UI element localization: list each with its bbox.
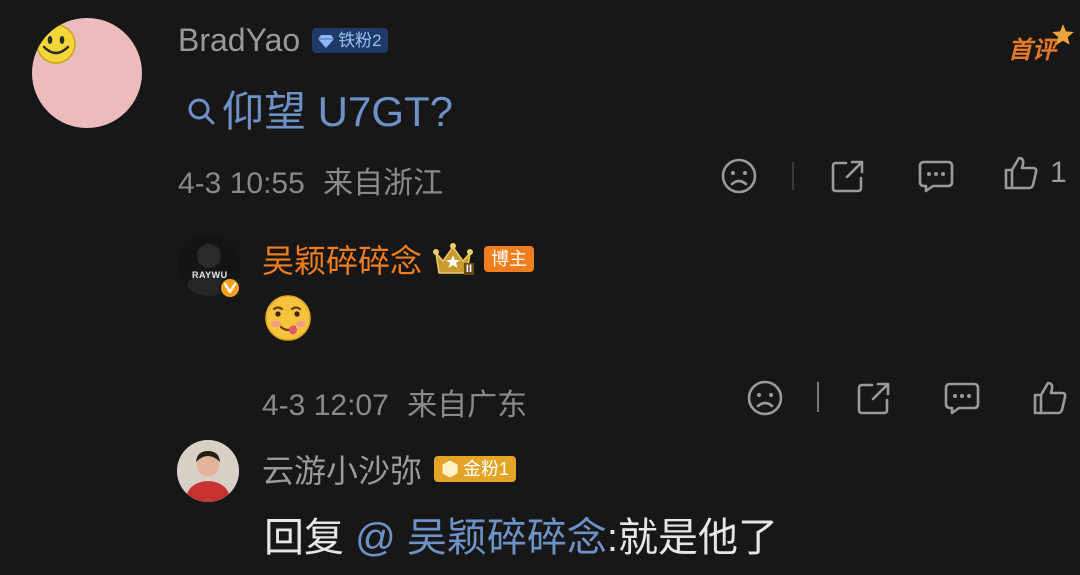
reply-content: 回复 @ 吴颖碎碎念:就是他了	[264, 505, 778, 563]
fan-badge-label: 金粉1	[463, 459, 510, 479]
fan-badge: 金粉1	[434, 456, 517, 482]
dislike-button[interactable]	[743, 376, 787, 420]
dislike-button[interactable]	[717, 154, 761, 198]
reply-prefix: 回复	[264, 516, 356, 560]
level-text: II	[463, 263, 475, 275]
location: 来自广东	[407, 389, 528, 422]
first-comment-tag: 首评	[1006, 22, 1076, 68]
share-button[interactable]	[826, 154, 870, 198]
share-icon	[831, 160, 864, 193]
reply-header: 吴颖碎碎念 II 博主	[262, 236, 535, 282]
share-button[interactable]	[852, 376, 896, 420]
smiley-face-icon	[36, 24, 76, 64]
username[interactable]: BradYao	[178, 22, 300, 59]
mention-link[interactable]: @ 吴颖碎碎念	[355, 516, 607, 560]
timestamp: 4-3 10:55	[178, 167, 305, 200]
avatar[interactable]	[32, 18, 142, 128]
sad-face-icon	[747, 380, 783, 416]
search-icon	[188, 98, 215, 124]
username[interactable]: 吴颖碎碎念	[262, 236, 422, 282]
timestamp: 4-3 12:07	[262, 389, 389, 422]
comment-icon	[918, 160, 954, 193]
username[interactable]: 云游小沙弥	[262, 446, 422, 492]
avatar[interactable]	[177, 440, 239, 502]
share-icon	[857, 382, 890, 415]
comment-meta: 4-3 10:55 来自浙江	[178, 158, 443, 202]
verified-badge-icon	[219, 277, 241, 299]
fan-badge: 铁粉2	[312, 28, 388, 53]
reply-text: :就是他了	[606, 516, 778, 560]
star-icon	[1052, 24, 1074, 45]
like-button[interactable]	[1028, 376, 1072, 420]
hexagon-gem-icon	[442, 460, 458, 478]
like-count: 1	[1050, 156, 1067, 189]
thumbs-up-icon	[1033, 381, 1067, 415]
action-divider	[817, 382, 819, 412]
comment-icon	[944, 382, 980, 415]
reply-meta: 4-3 12:07 来自广东	[262, 380, 527, 424]
reply-button[interactable]	[914, 154, 958, 198]
comment-header: BradYao 铁粉2	[178, 22, 388, 59]
blogger-badge: 博主	[484, 246, 535, 272]
fan-badge-label: 铁粉2	[338, 31, 382, 50]
comment-content: 仰望 U7GT?	[186, 78, 453, 139]
topic-link[interactable]: 仰望 U7GT?	[222, 78, 453, 139]
location: 来自浙江	[323, 167, 444, 200]
reply-button[interactable]	[940, 376, 984, 420]
person-photo-icon	[177, 440, 239, 502]
like-button[interactable]: 1	[1002, 154, 1067, 192]
diamond-icon	[318, 34, 335, 48]
first-comment-label: 首评	[1008, 37, 1056, 64]
sad-face-icon	[721, 158, 757, 194]
reply-content-emoji	[264, 294, 312, 347]
v-check-icon	[223, 282, 237, 294]
level-badge: II	[432, 241, 475, 277]
thumbs-up-icon	[1004, 156, 1038, 190]
drooling-face-emoji	[265, 295, 311, 341]
reply-header: 云游小沙弥 金粉1	[262, 446, 517, 492]
action-divider	[792, 162, 794, 190]
